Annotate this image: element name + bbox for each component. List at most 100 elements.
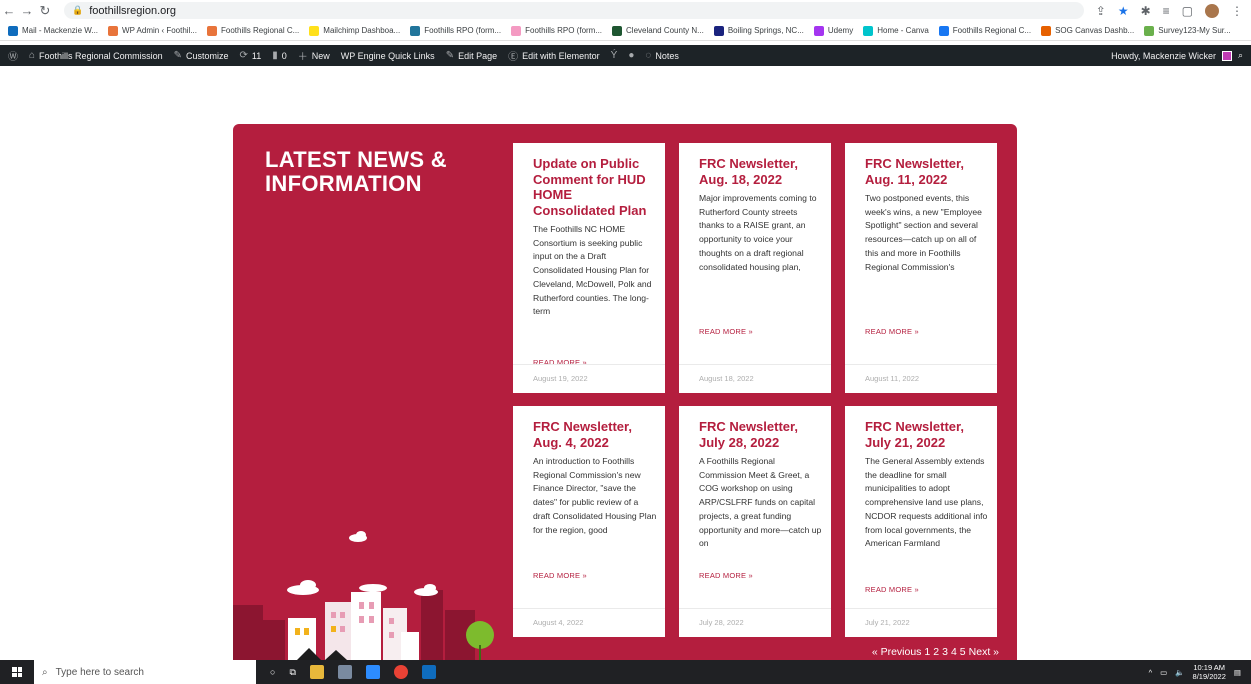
extensions-icon[interactable]: ✱ [1141,4,1151,18]
bookmark-item[interactable]: Mail - Mackenzie W... [8,25,98,36]
read-more-link[interactable]: READ MORE » [865,585,919,594]
notifications-icon[interactable]: ▤ [1234,668,1241,677]
news-card-title[interactable]: FRC Newsletter, July 21, 2022 [845,406,997,450]
news-card-title[interactable]: FRC Newsletter, July 28, 2022 [679,406,831,450]
bookmark-label: Cleveland County N... [626,26,704,35]
pagination-page-2[interactable]: 2 [933,646,939,658]
pagination-previous[interactable]: « Previous [872,646,922,658]
split-view-icon[interactable]: ▢ [1182,4,1193,18]
bookmark-label: Boiling Springs, NC... [727,26,804,35]
read-more-link[interactable]: READ MORE » [865,327,919,336]
reading-list-icon[interactable]: ≡ [1163,4,1170,18]
clock[interactable]: 10:19 AM 8/19/2022 [1193,663,1226,681]
bookmark-label: Foothills RPO (form... [424,26,502,35]
start-button[interactable] [0,660,34,684]
tray-chevron-icon[interactable]: ^ [1149,668,1153,677]
status-dot-icon[interactable]: ● [628,50,634,61]
share-icon[interactable]: ⇪ [1096,4,1106,18]
volume-icon[interactable]: 🔈 [1175,668,1184,677]
user-avatar[interactable] [1221,50,1232,61]
bookmark-item[interactable]: WP Admin ‹ Foothil... [108,25,197,36]
bookmark-item[interactable]: Cleveland County N... [612,25,704,36]
back-icon[interactable]: ← [0,3,18,18]
outlook-icon[interactable] [421,665,436,679]
bookmark-item[interactable]: Home - Canva [863,25,929,36]
wp-engine-quick-links[interactable]: WP Engine Quick Links [341,51,435,61]
read-more-link[interactable]: READ MORE » [533,571,587,580]
search-icon: ⌕ [42,666,48,678]
wp-edit-elementor[interactable]: Ⓔ Edit with Elementor [508,48,600,64]
url-text: foothillsregion.org [89,4,177,17]
forward-icon[interactable]: → [18,3,36,18]
menu-icon[interactable]: ⋮ [1231,4,1243,18]
bookmark-star-icon[interactable]: ★ [1118,4,1129,18]
wp-notes[interactable]: ◌ Notes [645,50,678,61]
reload-icon[interactable]: ↻ [36,3,54,19]
chrome-icon[interactable] [393,665,408,679]
snipping-tool-icon[interactable] [337,665,352,679]
bookmark-item[interactable]: Foothills RPO (form... [410,25,502,36]
bookmark-favicon-icon [938,25,949,36]
news-card-date: August 19, 2022 [513,364,665,393]
pagination-pages: 12345 [924,646,965,658]
read-more-link[interactable]: READ MORE » [699,327,753,336]
bookmark-label: SOG Canvas Dashb... [1055,26,1135,35]
taskbar-apps: ○ ⧉ [270,665,436,679]
wp-howdy[interactable]: Howdy, Mackenzie Wicker [1111,51,1216,61]
pagination-page-3[interactable]: 3 [942,646,948,658]
wp-edit-page[interactable]: ✎ Edit Page [446,50,497,61]
news-card: FRC Newsletter, Aug. 18, 2022 Major impro… [679,143,831,393]
zoom-icon[interactable] [365,665,380,679]
browser-toolbar: ← → ↻ 🔒 foothillsregion.org ⇪ ★ ✱ ≡ ▢ ⋮ [0,0,1251,21]
address-bar[interactable]: 🔒 foothillsregion.org [64,2,1084,19]
wp-comments[interactable]: ▮ 0 [272,50,287,61]
bookmark-item[interactable]: Boiling Springs, NC... [713,25,804,36]
news-card-date: July 21, 2022 [845,608,997,637]
bookmark-item[interactable]: SOG Canvas Dashb... [1041,25,1135,36]
task-view-icon[interactable]: ⧉ [289,667,295,678]
yoast-icon[interactable]: Ý [611,50,618,61]
bookmark-item[interactable]: Survey123-My Sur... [1144,25,1231,36]
bookmark-item[interactable]: Foothills Regional C... [938,25,1032,36]
bookmark-favicon-icon [713,25,724,36]
pagination-page-4[interactable]: 4 [951,646,957,658]
wordpress-logo-icon[interactable]: Ⓦ [8,48,18,63]
news-card-title[interactable]: FRC Newsletter, Aug. 11, 2022 [845,143,997,187]
bookmark-item[interactable]: Foothills RPO (form... [511,25,603,36]
bookmark-label: Home - Canva [877,26,929,35]
bookmark-label: Foothills RPO (form... [525,26,603,35]
bookmark-label: Foothills Regional C... [952,26,1032,35]
profile-avatar[interactable] [1205,3,1219,18]
bookmark-favicon-icon [410,25,421,36]
taskbar-search-placeholder: Type here to search [55,666,144,678]
wp-site-name[interactable]: ⌂ Foothills Regional Commission [29,50,163,61]
bookmark-favicon-icon [612,25,623,36]
lock-icon: 🔒 [72,5,84,15]
bookmark-item[interactable]: Udemy [813,25,853,36]
city-illustration [233,531,494,660]
network-icon[interactable]: ▭ [1160,668,1167,677]
bookmark-favicon-icon [8,25,18,36]
cortana-icon[interactable]: ○ [270,667,275,677]
news-card-excerpt: A Foothills Regional Commission Meet & G… [699,456,822,549]
news-card-title[interactable]: FRC Newsletter, Aug. 18, 2022 [679,143,831,187]
wp-customize[interactable]: ✎ Customize [174,50,229,61]
news-card-title[interactable]: Update on Public Comment for HUD HOME Co… [513,143,665,218]
file-explorer-icon[interactable] [309,665,324,679]
news-card-title[interactable]: FRC Newsletter, Aug. 4, 2022 [513,406,665,450]
bookmark-item[interactable]: Mailchimp Dashboa... [309,25,400,36]
wp-new[interactable]: ＋ New [298,48,330,64]
bookmark-favicon-icon [863,25,874,36]
search-icon[interactable]: ⌕ [1238,50,1243,61]
news-section: LATEST NEWS & INFORMATION Update on Publ… [233,124,1017,660]
pagination-page-1[interactable]: 1 [924,646,930,658]
brush-icon: ✎ [173,50,182,61]
wp-updates[interactable]: ⟳ 11 [240,50,262,61]
bookmark-label: Foothills Regional C... [221,26,300,35]
bookmark-favicon-icon [511,25,522,36]
pagination-next[interactable]: Next » [969,646,999,658]
read-more-link[interactable]: READ MORE » [699,571,753,580]
pagination-page-5[interactable]: 5 [960,646,966,658]
taskbar-search[interactable]: ⌕ Type here to search [34,660,256,684]
bookmark-item[interactable]: Foothills Regional C... [207,25,300,36]
